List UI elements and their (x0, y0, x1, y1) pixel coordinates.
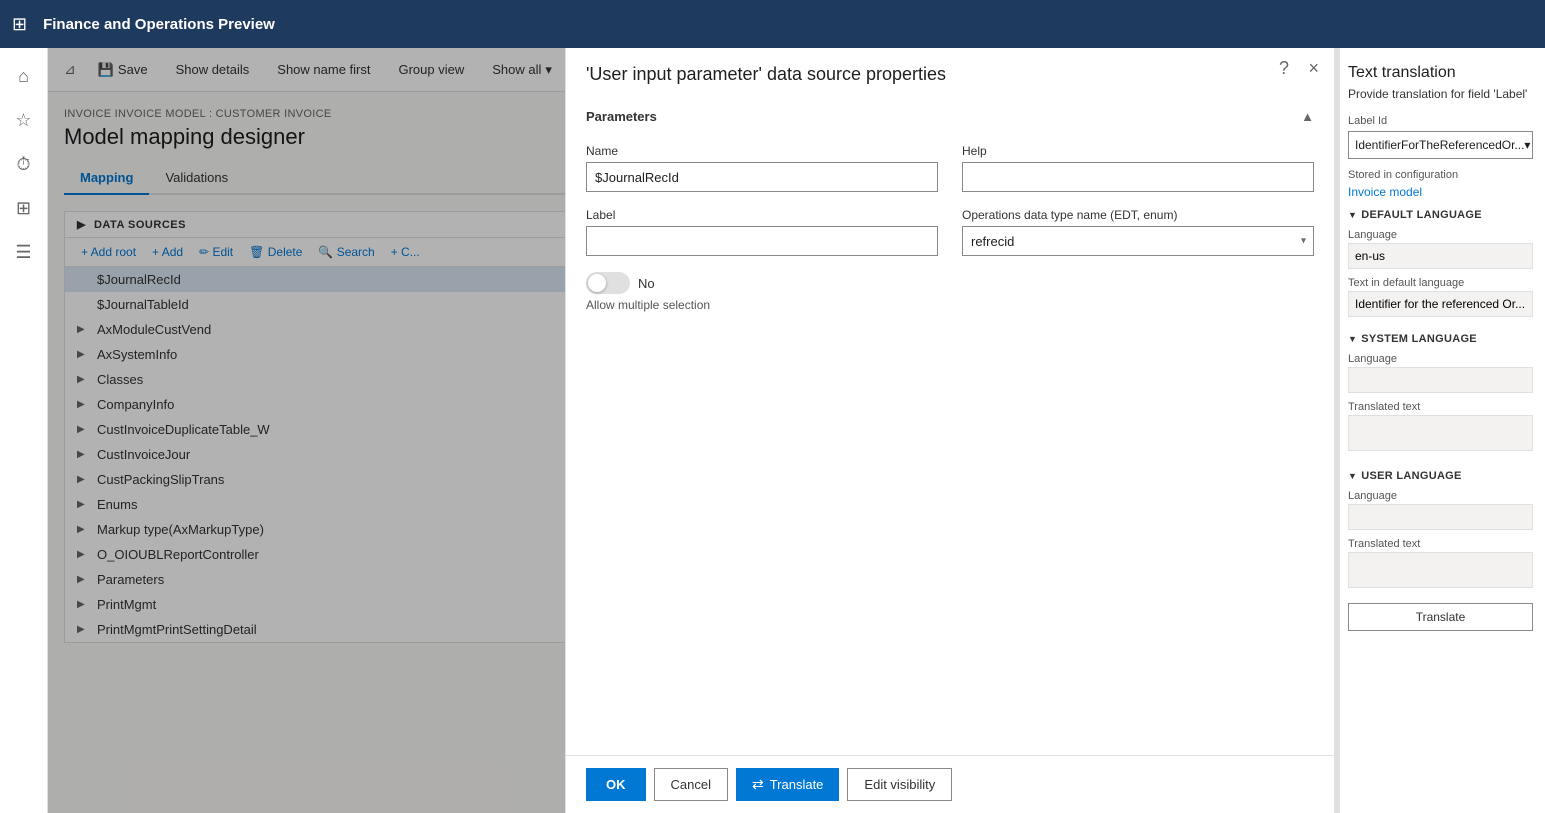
section-header: Parameters ▲ (586, 109, 1314, 128)
system-translated-label: Translated text (1348, 401, 1533, 413)
user-translated-input[interactable] (1348, 552, 1533, 588)
toggle-label: No (638, 276, 655, 291)
main-area: ⊿ 💾 Save Show details Show name first Gr… (48, 48, 1545, 813)
user-translated-label: Translated text (1348, 538, 1533, 550)
sidebar-item-favorites[interactable]: ☆ (4, 100, 44, 140)
label-id-field-label: Label Id (1348, 115, 1533, 127)
default-lang-section: ▼ DEFAULT LANGUAGE (1348, 209, 1533, 221)
form-row-label-ops: Label Operations data type name (EDT, en… (586, 208, 1314, 256)
left-sidebar: ⌂ ☆ ⏱ ⊞ ☰ (0, 48, 48, 813)
top-bar-grid: ⊞ Finance and Operations Preview (12, 14, 275, 35)
toggle-row: No (586, 272, 1314, 294)
top-bar: ⊞ Finance and Operations Preview (0, 0, 1545, 48)
toggle-knob (588, 274, 606, 292)
panel-translate-button[interactable]: Translate (1348, 603, 1533, 631)
form-group-ops: Operations data type name (EDT, enum) re… (962, 208, 1314, 256)
dialog-title: 'User input parameter' data source prope… (586, 64, 946, 85)
app-title: Finance and Operations Preview (43, 16, 275, 33)
dialog-footer: OK Cancel ⇄ Translate Edit visibility (566, 755, 1334, 813)
ops-label: Operations data type name (EDT, enum) (962, 208, 1314, 222)
system-lang-collapse-icon[interactable]: ▼ (1348, 334, 1357, 344)
stored-in-field-label: Stored in configuration (1348, 169, 1533, 181)
dialog-body: Parameters ▲ Name Help Label (566, 93, 1334, 755)
label-id-dropdown[interactable]: IdentifierForTheReferencedOr... ▾ (1348, 131, 1533, 159)
default-text-label: Text in default language (1348, 277, 1533, 289)
panel-subtitle: Provide translation for field 'Label' (1348, 86, 1533, 103)
sidebar-item-home[interactable]: ⌂ (4, 56, 44, 96)
default-lang-collapse-icon[interactable]: ▼ (1348, 210, 1357, 220)
user-lang-collapse-icon[interactable]: ▼ (1348, 471, 1357, 481)
default-lang-label: Language (1348, 229, 1533, 241)
panel-title: Text translation (1348, 64, 1533, 82)
name-input[interactable] (586, 162, 938, 192)
form-group-name: Name (586, 144, 938, 192)
cancel-button[interactable]: Cancel (654, 768, 728, 801)
modal-overlay: 'User input parameter' data source prope… (48, 48, 1545, 813)
edit-visibility-button[interactable]: Edit visibility (847, 768, 952, 801)
form-row-name-help: Name Help (586, 144, 1314, 192)
ops-select[interactable]: refrecid (962, 226, 1314, 256)
ops-select-wrapper: refrecid ▾ (962, 226, 1314, 256)
allow-multiple-toggle[interactable] (586, 272, 630, 294)
form-group-help: Help (962, 144, 1314, 192)
sidebar-item-list[interactable]: ☰ (4, 232, 44, 272)
system-lang-input[interactable] (1348, 367, 1533, 393)
dialog-header: 'User input parameter' data source prope… (566, 48, 1334, 93)
help-icon[interactable]: ? (1279, 58, 1289, 79)
translate-button[interactable]: ⇄ Translate (736, 768, 839, 801)
user-lang-input[interactable] (1348, 504, 1533, 530)
resize-handle[interactable] (1336, 48, 1340, 813)
name-label: Name (586, 144, 938, 158)
system-lang-label: Language (1348, 353, 1533, 365)
user-lang-section: ▼ USER LANGUAGE (1348, 470, 1533, 482)
stored-in-value: Invoice model (1348, 185, 1533, 199)
help-input[interactable] (962, 162, 1314, 192)
form-group-label: Label (586, 208, 938, 256)
close-button[interactable]: × (1308, 58, 1319, 79)
default-lang-input[interactable] (1348, 243, 1533, 269)
default-text-input[interactable] (1348, 291, 1533, 317)
sidebar-item-recent[interactable]: ⏱ (4, 144, 44, 184)
section-label: Parameters (586, 109, 657, 124)
label-label: Label (586, 208, 938, 222)
text-translation-panel: Text translation Provide translation for… (1335, 48, 1545, 813)
help-label: Help (962, 144, 1314, 158)
collapse-icon[interactable]: ▲ (1301, 109, 1314, 124)
translate-icon: ⇄ (752, 776, 764, 793)
sidebar-item-workspaces[interactable]: ⊞ (4, 188, 44, 228)
system-lang-section: ▼ SYSTEM LANGUAGE (1348, 333, 1533, 345)
user-lang-label: Language (1348, 490, 1533, 502)
label-id-value: IdentifierForTheReferencedOr... (1355, 138, 1524, 152)
allow-multiple-field-label: Allow multiple selection (586, 298, 1314, 312)
dialog: 'User input parameter' data source prope… (565, 48, 1335, 813)
ok-button[interactable]: OK (586, 768, 646, 801)
waffle-icon[interactable]: ⊞ (12, 14, 27, 35)
dropdown-arrow-icon: ▾ (1524, 138, 1530, 152)
label-input[interactable] (586, 226, 938, 256)
system-translated-input[interactable] (1348, 415, 1533, 451)
